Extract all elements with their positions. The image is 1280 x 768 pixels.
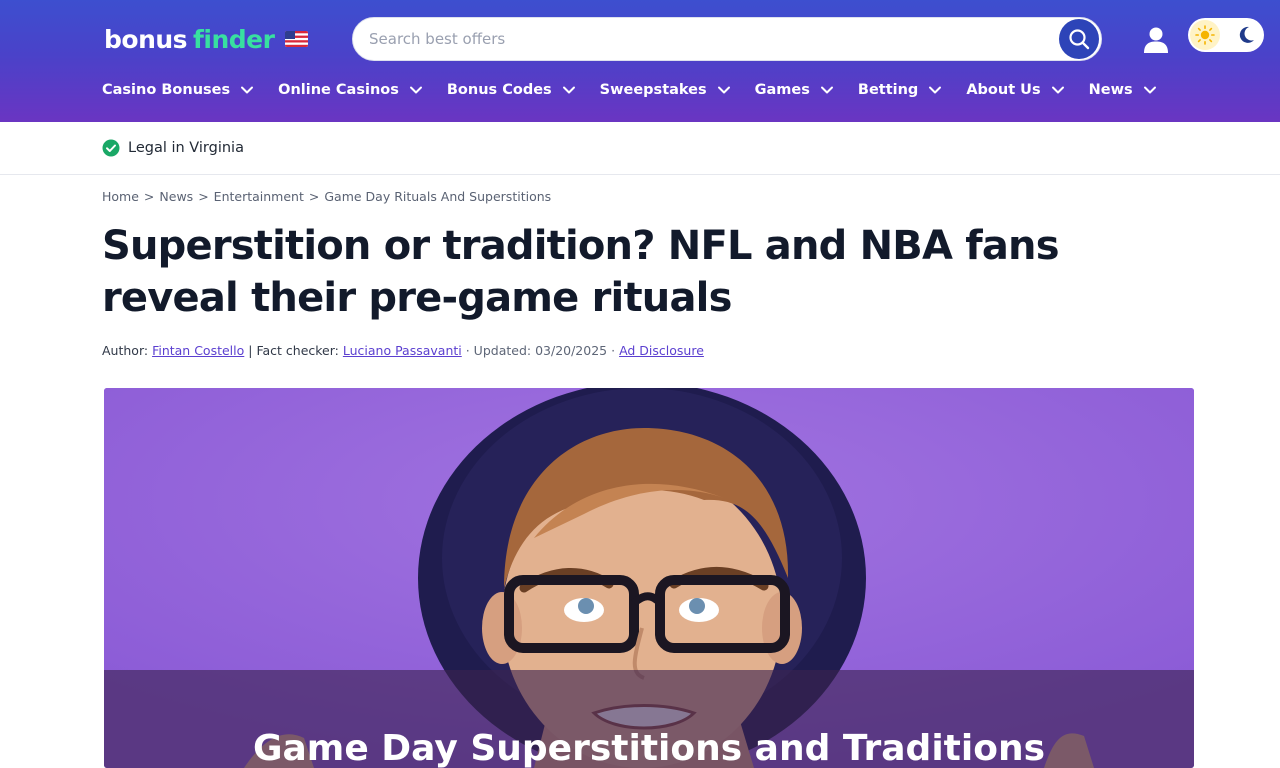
logo[interactable]: bonus finder: [104, 22, 275, 56]
moon-icon: [1234, 23, 1258, 47]
legal-bar: Legal in Virginia: [0, 122, 1280, 175]
breadcrumb-current: Game Day Rituals And Superstitions: [324, 189, 552, 204]
nav-betting[interactable]: Betting: [858, 82, 942, 98]
fact-checker-label: | Fact checker:: [248, 343, 339, 358]
byline: Author: Fintan Costello | Fact checker: …: [102, 343, 704, 358]
chevron-down-icon: [1051, 85, 1065, 95]
author-link[interactable]: Fintan Costello: [152, 343, 244, 358]
nav-online-casinos[interactable]: Online Casinos: [278, 82, 423, 98]
legal-text: Legal in Virginia: [128, 140, 244, 156]
nav-about-us[interactable]: About Us: [966, 82, 1064, 98]
breadcrumb-separator: >: [308, 189, 320, 204]
nav-bonus-codes[interactable]: Bonus Codes: [447, 82, 576, 98]
ad-disclosure-link[interactable]: Ad Disclosure: [619, 343, 704, 358]
nav-news[interactable]: News: [1089, 82, 1157, 98]
breadcrumb-entertainment[interactable]: Entertainment: [214, 189, 304, 204]
search-button[interactable]: [1059, 19, 1099, 59]
main-nav: Casino Bonuses Online Casinos Bonus Code…: [102, 78, 1157, 102]
author-label: Author:: [102, 343, 149, 358]
chevron-down-icon: [717, 85, 731, 95]
page-title: Superstition or tradition? NFL and NBA f…: [102, 223, 1060, 321]
fact-checker-link[interactable]: Luciano Passavanti: [343, 343, 462, 358]
theme-toggle[interactable]: [1188, 18, 1264, 52]
breadcrumb-news[interactable]: News: [159, 189, 193, 204]
logo-finder: finder: [193, 24, 275, 54]
nav-casino-bonuses[interactable]: Casino Bonuses: [102, 82, 254, 98]
sun-icon: [1190, 20, 1220, 50]
updated-date: · Updated: 03/20/2025 ·: [465, 343, 616, 358]
breadcrumb-home[interactable]: Home: [102, 189, 139, 204]
chevron-down-icon: [409, 85, 423, 95]
search-icon: [1069, 29, 1090, 50]
chevron-down-icon: [820, 85, 834, 95]
breadcrumb: Home > News > Entertainment > Game Day R…: [102, 189, 551, 204]
search-bar: [352, 17, 1102, 61]
chevron-down-icon: [1143, 85, 1157, 95]
chevron-down-icon: [562, 85, 576, 95]
hero-image: Game Day Superstitions and Traditions: [104, 388, 1194, 768]
us-flag-icon[interactable]: [285, 31, 308, 47]
site-header: bonus finder Search best offers Casino B…: [0, 0, 1280, 122]
check-circle-icon: [102, 139, 120, 157]
nav-games[interactable]: Games: [755, 82, 834, 98]
hero-caption: Game Day Superstitions and Traditions: [252, 728, 1046, 768]
user-icon[interactable]: [1140, 24, 1172, 56]
nav-sweepstakes[interactable]: Sweepstakes: [600, 82, 731, 98]
chevron-down-icon: [928, 85, 942, 95]
search-input[interactable]: [369, 18, 1049, 60]
breadcrumb-separator: >: [198, 189, 209, 204]
breadcrumb-separator: >: [143, 189, 155, 204]
chevron-down-icon: [240, 85, 254, 95]
hero-caption-bar: Game Day Superstitions and Traditions: [104, 670, 1194, 768]
legal-status: Legal in Virginia: [102, 136, 244, 160]
logo-bonus: bonus: [104, 24, 188, 54]
